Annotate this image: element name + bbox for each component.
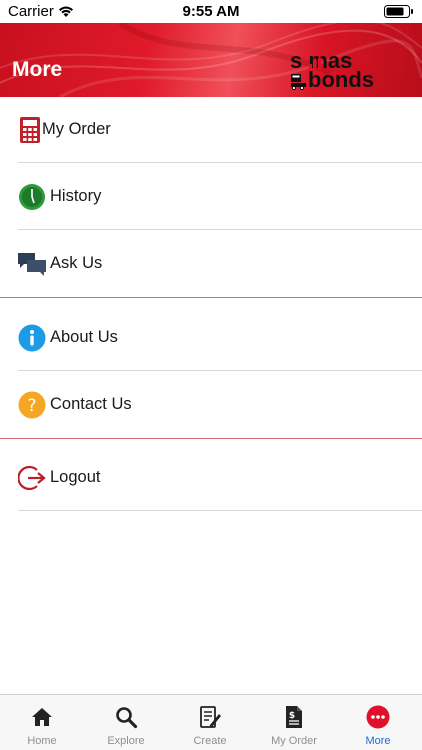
tab-label: Explore [107, 735, 145, 747]
menu-item-my-order[interactable]: My Order [18, 97, 422, 163]
menu-item-label: Logout [50, 468, 101, 486]
menu-item-label: About Us [50, 328, 118, 346]
search-icon [116, 707, 138, 729]
tab-my-order[interactable]: $ My Order [252, 695, 336, 750]
create-icon [200, 706, 221, 728]
svg-text:$: $ [289, 711, 295, 721]
menu-item-label: History [50, 187, 102, 205]
menu-item-label: Ask Us [50, 254, 103, 272]
info-icon [18, 324, 46, 352]
menu-item-ask-us[interactable]: Ask Us [18, 231, 422, 297]
home-icon [32, 708, 52, 726]
header-bar: More s mas bonds [0, 23, 422, 97]
page-title: More [12, 58, 63, 81]
tab-label: Home [27, 735, 57, 747]
menu-item-contact-us[interactable]: ? Contact Us [18, 372, 422, 438]
tab-home[interactable]: Home [0, 695, 84, 750]
logo-truck-icon [291, 74, 306, 90]
battery-icon [384, 5, 413, 18]
tab-create[interactable]: Create [168, 695, 252, 750]
tab-label: My Order [271, 735, 317, 747]
clock-icon [19, 184, 45, 210]
menu-item-history[interactable]: History [18, 164, 422, 230]
menu-item-label: My Order [42, 120, 111, 138]
chat-bubbles-icon [18, 253, 46, 276]
tab-more[interactable]: More [336, 695, 420, 750]
order-document-icon: $ [286, 706, 302, 728]
brand-logo: s mas bonds [290, 50, 382, 97]
section-divider [0, 438, 422, 439]
tab-explore[interactable]: Explore [84, 695, 168, 750]
svg-text:?: ? [27, 396, 36, 416]
more-icon [366, 705, 390, 729]
question-icon: ? [18, 391, 46, 419]
section-divider [0, 297, 422, 298]
tab-label: More [365, 735, 391, 747]
clock: 9:55 AM [182, 3, 240, 20]
menu-item-about-us[interactable]: About Us [18, 305, 422, 371]
menu-item-label: Contact Us [50, 395, 132, 413]
logo-text-bottom: bonds [308, 67, 374, 92]
status-bar: Carrier 9:55 AM [0, 0, 422, 23]
logout-icon [18, 465, 46, 491]
tab-label: Create [193, 735, 227, 747]
menu-item-logout[interactable]: Logout [18, 445, 422, 511]
tab-bar: Home Explore Create $ My Order More [0, 694, 422, 750]
